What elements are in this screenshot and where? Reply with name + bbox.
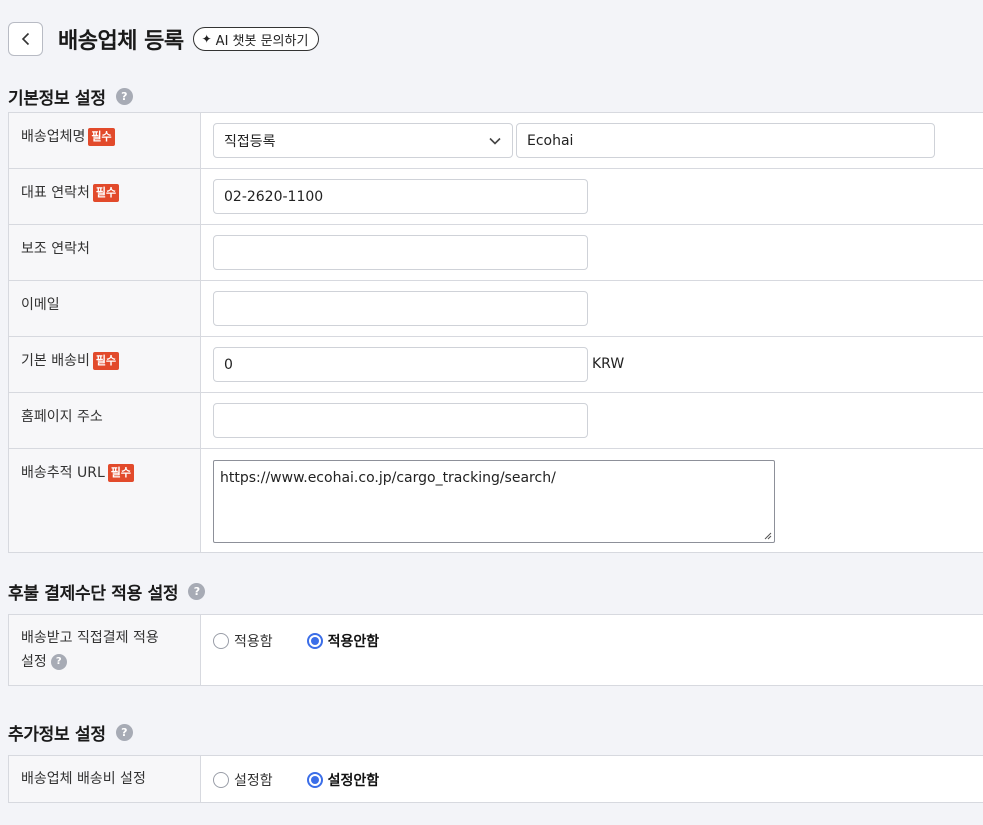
email-value xyxy=(201,281,983,336)
deferred-payment-label: 배송받고 직접결제 적용 설정 ? xyxy=(9,615,201,685)
row-tracking-url: 배송추적 URL 필수 https://www.ecohai.co.jp/carg… xyxy=(9,449,983,552)
radio-apply[interactable]: 적용함 xyxy=(213,631,273,651)
radio-circle-checked xyxy=(306,633,323,649)
chevron-left-icon xyxy=(21,32,29,46)
main-contact-label: 대표 연락처 필수 xyxy=(9,169,201,224)
extra-info-table: 배송업체 배송비 설정 설정함 설정안함 xyxy=(8,755,983,803)
deferred-payment-radio-group: 적용함 적용안함 xyxy=(213,631,379,651)
deferred-payment-label-line1: 배송받고 직접결제 적용 xyxy=(21,630,159,646)
deferred-payment-label-line2: 설정 ? xyxy=(21,650,188,674)
tracking-url-value: https://www.ecohai.co.jp/cargo_tracking/… xyxy=(201,449,983,552)
radio-not-set-label: 설정안함 xyxy=(327,773,380,789)
radio-not-set[interactable]: 설정안함 xyxy=(306,770,380,790)
tracking-url-textarea[interactable]: https://www.ecohai.co.jp/cargo_tracking/… xyxy=(213,460,775,543)
radio-circle-checked xyxy=(306,772,323,788)
chevron-down-icon xyxy=(488,134,502,148)
base-fee-label: 기본 배송비 필수 xyxy=(9,337,201,392)
section-title-extra-text: 추가정보 설정 xyxy=(8,725,106,745)
sub-contact-label: 보조 연락처 xyxy=(9,225,201,280)
email-input[interactable] xyxy=(213,291,588,326)
radio-circle xyxy=(213,772,229,788)
carrier-name-input[interactable]: Ecohai xyxy=(516,123,935,158)
carrier-select-value: 직접등록 xyxy=(224,133,276,150)
email-label: 이메일 xyxy=(9,281,201,336)
radio-set-label: 설정함 xyxy=(234,773,273,789)
ai-chatbot-button[interactable]: ✦ AI 챗봇 문의하기 xyxy=(192,27,320,51)
homepage-value xyxy=(201,393,983,448)
row-carrier-name: 배송업체명 필수 직접등록 Ecohai xyxy=(9,113,983,169)
carrier-name-label: 배송업체명 필수 xyxy=(9,113,201,168)
tracking-url-text: https://www.ecohai.co.jp/cargo_tracking/… xyxy=(220,470,556,486)
base-fee-input[interactable]: 0 xyxy=(213,347,588,382)
required-badge: 필수 xyxy=(88,128,115,146)
question-circle-icon[interactable]: ? xyxy=(115,88,133,105)
section-title-basic: 기본정보 설정 ? xyxy=(8,84,133,109)
base-fee-label-text: 기본 배송비 xyxy=(21,353,90,369)
required-badge: 필수 xyxy=(92,184,120,202)
main-contact-value: 02-2620-1100 xyxy=(201,169,983,224)
ai-chatbot-label: AI 챗봇 문의하기 xyxy=(215,33,309,49)
carrier-fee-setting-value: 설정함 설정안함 xyxy=(201,756,983,802)
carrier-name-label-text: 배송업체명 xyxy=(21,129,86,145)
row-homepage: 홈페이지 주소 xyxy=(9,393,983,449)
row-carrier-fee-setting: 배송업체 배송비 설정 설정함 설정안함 xyxy=(9,756,983,802)
row-sub-contact: 보조 연락처 xyxy=(9,225,983,281)
deferred-payment-table: 배송받고 직접결제 적용 설정 ? 적용함 적용안함 xyxy=(8,614,983,686)
row-deferred-payment: 배송받고 직접결제 적용 설정 ? 적용함 적용안함 xyxy=(9,615,983,685)
question-circle-icon[interactable]: ? xyxy=(188,583,206,600)
page-header: 배송업체 등록 ✦ AI 챗봇 문의하기 xyxy=(8,21,320,57)
main-contact-input[interactable]: 02-2620-1100 xyxy=(213,179,588,214)
sub-contact-input[interactable] xyxy=(213,235,588,270)
required-badge: 필수 xyxy=(107,464,134,482)
radio-circle xyxy=(213,633,229,649)
base-fee-value: 0 KRW xyxy=(201,337,983,392)
carrier-select[interactable]: 직접등록 xyxy=(213,123,513,158)
question-circle-icon[interactable]: ? xyxy=(115,724,133,741)
resize-grip-icon[interactable] xyxy=(763,531,772,540)
tracking-url-label: 배송추적 URL 필수 xyxy=(9,449,201,552)
carrier-fee-radio-group: 설정함 설정안함 xyxy=(213,770,379,790)
row-email: 이메일 xyxy=(9,281,983,337)
tracking-url-label-text: 배송추적 URL xyxy=(21,465,105,481)
row-main-contact: 대표 연락처 필수 02-2620-1100 xyxy=(9,169,983,225)
section-title-deferred-text: 후불 결제수단 적용 설정 xyxy=(8,584,179,604)
main-contact-label-text: 대표 연락처 xyxy=(21,185,90,201)
page-title: 배송업체 등록 xyxy=(58,29,184,54)
radio-not-apply[interactable]: 적용안함 xyxy=(306,631,380,651)
question-circle-icon[interactable]: ? xyxy=(50,654,67,670)
sub-contact-value xyxy=(201,225,983,280)
radio-set[interactable]: 설정함 xyxy=(213,770,273,790)
carrier-name-value: 직접등록 Ecohai xyxy=(201,113,983,168)
homepage-label: 홈페이지 주소 xyxy=(9,393,201,448)
section-title-basic-text: 기본정보 설정 xyxy=(8,89,106,109)
carrier-fee-setting-label: 배송업체 배송비 설정 xyxy=(9,756,201,802)
homepage-input[interactable] xyxy=(213,403,588,438)
currency-unit: KRW xyxy=(592,356,625,372)
required-badge: 필수 xyxy=(92,352,120,370)
radio-not-apply-label: 적용안함 xyxy=(327,634,380,650)
section-title-extra: 추가정보 설정 ? xyxy=(8,720,133,745)
basic-info-table: 배송업체명 필수 직접등록 Ecohai 대표 연락처 필수 02-2620-110… xyxy=(8,112,983,553)
section-title-deferred: 후불 결제수단 적용 설정 ? xyxy=(8,579,206,604)
deferred-payment-label-line2-text: 설정 xyxy=(21,654,47,670)
back-button[interactable] xyxy=(8,22,43,56)
radio-apply-label: 적용함 xyxy=(234,634,273,650)
deferred-payment-value: 적용함 적용안함 xyxy=(201,615,983,685)
row-base-fee: 기본 배송비 필수 0 KRW xyxy=(9,337,983,393)
sparkle-icon: ✦ xyxy=(201,32,212,46)
